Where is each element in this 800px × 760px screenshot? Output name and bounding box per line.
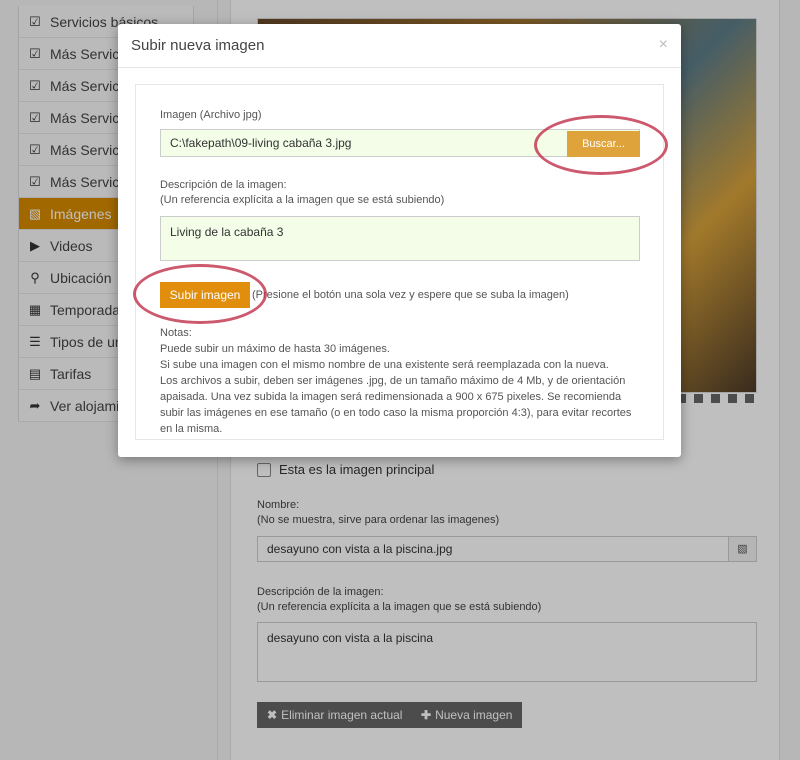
desc-textarea[interactable]: Living de la cabaña 3 — [160, 216, 640, 261]
notes-line: Si sube una imagen con el mismo nombre d… — [160, 359, 609, 371]
notes-line: Los archivos a subir, deben ser imágenes… — [160, 375, 632, 435]
desc-value: Living de la cabaña 3 — [170, 225, 284, 239]
modal-title: Subir nueva imagen — [131, 37, 265, 54]
close-icon[interactable]: × — [659, 36, 668, 54]
upload-notes: Notas: Puede subir un máximo de hasta 30… — [160, 325, 642, 437]
file-label: Imagen (Archivo jpg) — [160, 109, 262, 121]
upload-image-modal: Subir nueva imagen × Imagen (Archivo jpg… — [118, 24, 681, 457]
browse-button[interactable]: Buscar... — [567, 131, 640, 157]
file-path-value: C:\fakepath\09-living cabaña 3.jpg — [170, 136, 352, 150]
desc-help: (Un referencia explícita a la imagen que… — [160, 194, 445, 206]
upload-form: Imagen (Archivo jpg) C:\fakepath\09-livi… — [135, 84, 664, 440]
notes-line: Puede subir un máximo de hasta 30 imágen… — [160, 343, 390, 355]
notes-line: Notas: — [160, 327, 192, 339]
upload-button[interactable]: Subir imagen — [160, 282, 250, 308]
modal-header: Subir nueva imagen — [118, 24, 681, 68]
upload-hint: (Presione el botón una sola vez y espere… — [252, 289, 569, 301]
desc-label: Descripción de la imagen: (Un referencia… — [160, 179, 445, 206]
